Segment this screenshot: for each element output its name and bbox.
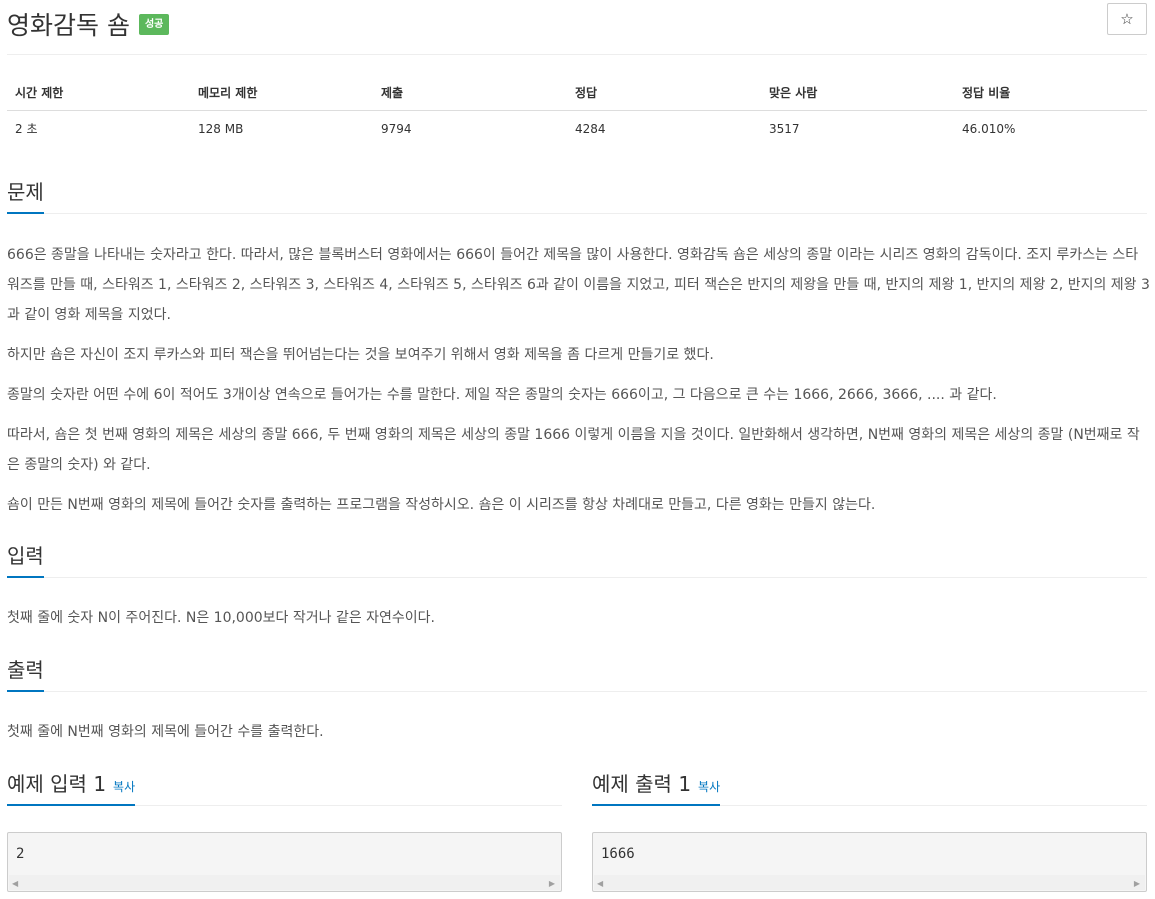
sample-input-box[interactable]: 2 ◀ ▶ bbox=[7, 832, 562, 892]
problem-paragraph: 숌이 만든 N번째 영화의 제목에 들어간 숫자를 출력하는 프로그램을 작성하… bbox=[7, 497, 876, 513]
column-header: 시간 제한 bbox=[7, 76, 190, 111]
problem-paragraph: 종말의 숫자란 어떤 수에 6이 적어도 3개이상 연속으로 들어가는 수를 말… bbox=[7, 387, 997, 403]
copy-input-link[interactable]: 복사 bbox=[113, 780, 135, 794]
column-header: 제출 bbox=[373, 76, 567, 111]
horizontal-scrollbar[interactable] bbox=[9, 875, 560, 890]
sample-input-header: 예제 입력 1 복사 bbox=[7, 769, 562, 806]
star-icon: ☆ bbox=[1120, 10, 1134, 28]
table-cell: 128 MB bbox=[198, 121, 244, 136]
output-heading: 출력 bbox=[7, 654, 44, 692]
table-row: 2 초 128 MB 9794 4284 3517 46.010% bbox=[7, 110, 1147, 145]
output-section-header: 출력 bbox=[7, 655, 1147, 692]
scroll-left-icon[interactable]: ◀ bbox=[12, 879, 18, 888]
title-divider bbox=[7, 54, 1147, 55]
table-cell: 4284 bbox=[575, 121, 606, 136]
problem-heading: 문제 bbox=[7, 176, 44, 214]
sample-input-heading-wrap: 예제 입력 1 복사 bbox=[7, 768, 136, 806]
status-badge: 성공 bbox=[138, 13, 170, 35]
horizontal-scrollbar[interactable] bbox=[594, 875, 1145, 890]
sample-output-header: 예제 출력 1 복사 bbox=[592, 769, 1147, 806]
problem-paragraph: 하지만 숌은 자신이 조지 루카스와 피터 잭슨을 뛰어넘는다는 것을 보여주기… bbox=[7, 347, 714, 363]
problem-paragraph: 666은 종말을 나타내는 숫자라고 한다. 따라서, 많은 블록버스터 영화에… bbox=[7, 247, 1150, 323]
sample-input-value: 2 bbox=[16, 846, 25, 862]
problem-paragraph: 따라서, 숌은 첫 번째 영화의 제목은 세상의 종말 666, 두 번째 영화… bbox=[7, 427, 1140, 473]
sample-output-heading: 예제 출력 1 bbox=[592, 772, 692, 796]
scroll-left-icon[interactable]: ◀ bbox=[597, 879, 603, 888]
favorite-button[interactable]: ☆ bbox=[1107, 3, 1147, 35]
column-header: 맞은 사람 bbox=[761, 76, 954, 111]
output-description: 첫째 줄에 N번째 영화의 제목에 들어간 수를 출력한다. bbox=[7, 724, 324, 740]
section-divider bbox=[7, 213, 1147, 214]
table-cell: 46.010% bbox=[962, 121, 1016, 136]
column-header: 정답 bbox=[567, 76, 761, 111]
table-cell: 2 초 bbox=[15, 122, 38, 137]
table-header-row: 시간 제한 메모리 제한 제출 정답 맞은 사람 정답 비율 bbox=[7, 76, 1147, 111]
input-section-header: 입력 bbox=[7, 541, 1147, 578]
page-title: 영화감독 숌 bbox=[7, 11, 130, 40]
table-cell: 3517 bbox=[769, 121, 800, 136]
scroll-right-icon[interactable]: ▶ bbox=[549, 879, 555, 888]
title-row: 영화감독 숌 성공 bbox=[7, 4, 170, 44]
sample-output-box[interactable]: 1666 ◀ ▶ bbox=[592, 832, 1147, 892]
column-header: 메모리 제한 bbox=[190, 76, 373, 111]
problem-info-table: 시간 제한 메모리 제한 제출 정답 맞은 사람 정답 비율 2 초 128 M… bbox=[7, 76, 1147, 145]
scroll-right-icon[interactable]: ▶ bbox=[1134, 879, 1140, 888]
section-divider bbox=[7, 691, 1147, 692]
section-divider bbox=[7, 577, 1147, 578]
problem-section-header: 문제 bbox=[7, 177, 1147, 214]
input-description: 첫째 줄에 숫자 N이 주어진다. N은 10,000보다 작거나 같은 자연수… bbox=[7, 610, 436, 626]
copy-output-link[interactable]: 복사 bbox=[698, 780, 720, 794]
column-header: 정답 비율 bbox=[954, 76, 1147, 111]
table-cell: 9794 bbox=[381, 121, 412, 136]
sample-output-heading-wrap: 예제 출력 1 복사 bbox=[592, 768, 721, 806]
sample-input-heading: 예제 입력 1 bbox=[7, 772, 107, 796]
sample-output-value: 1666 bbox=[601, 846, 635, 862]
input-heading: 입력 bbox=[7, 540, 44, 578]
